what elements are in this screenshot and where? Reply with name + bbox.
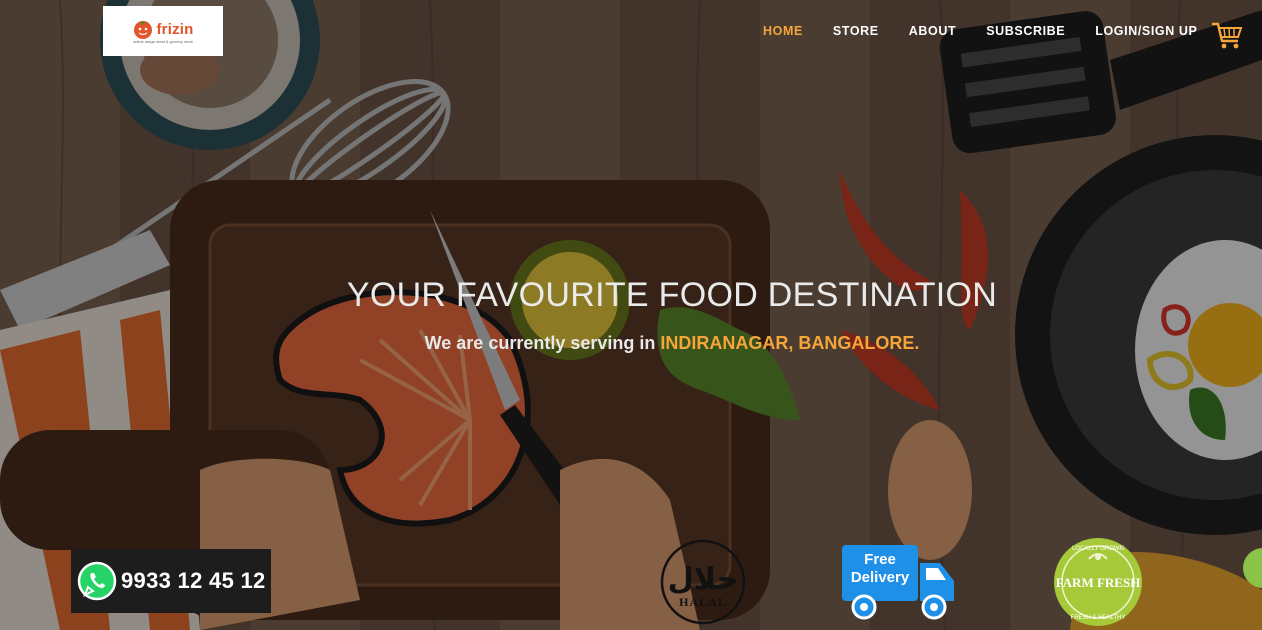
tomato-logo-icon — [134, 21, 153, 39]
logo-tagline: online mega meat & grocery store — [132, 39, 194, 44]
site-logo[interactable]: frizin online mega meat & grocery store — [103, 6, 223, 56]
farm-fresh-badge: FARM FRESH LOCALLY GROWN FRESH & HEALTHY — [1054, 538, 1142, 626]
halal-badge: حلال HALAL — [660, 539, 746, 625]
farm-fresh-text: FARM FRESH — [1056, 575, 1141, 590]
whatsapp-phone-number: 9933 12 45 12 — [121, 568, 266, 593]
nav-subscribe[interactable]: SUBSCRIBE — [971, 22, 1080, 40]
main-navigation: HOME STORE ABOUT SUBSCRIBE LOGIN/SIGN UP — [748, 22, 1213, 40]
shopping-cart-icon[interactable] — [1210, 18, 1244, 52]
hero-headline: YOUR FAVOURITE FOOD DESTINATION — [346, 276, 998, 314]
farm-bottom-text: FRESH & HEALTHY — [1071, 615, 1126, 621]
whatsapp-icon — [77, 561, 117, 601]
whatsapp-contact[interactable]: 9933 12 45 12 — [71, 549, 271, 613]
delivery-line1: Free — [864, 551, 896, 568]
free-delivery-badge: Free Delivery — [842, 545, 954, 620]
halal-arabic-text: حلال — [668, 562, 738, 597]
logo-text: frizin — [156, 20, 194, 38]
hero-background-illustration — [0, 0, 1262, 630]
nav-login-signup[interactable]: LOGIN/SIGN UP — [1080, 22, 1212, 40]
hero-subheadline: We are currently serving in INDIRANAGAR,… — [0, 333, 1262, 354]
halal-label: HALAL — [679, 595, 727, 609]
nav-store[interactable]: STORE — [818, 22, 894, 40]
hero-location: INDIRANAGAR, BANGALORE. — [660, 333, 920, 353]
nav-home[interactable]: HOME — [748, 22, 818, 40]
farm-top-text: LOCALLY GROWN — [1072, 546, 1124, 552]
hero-sub-prefix: We are currently serving in — [424, 333, 661, 353]
delivery-line2: Delivery — [851, 569, 910, 586]
hero-section: frizin online mega meat & grocery store … — [0, 0, 1262, 630]
nav-about[interactable]: ABOUT — [894, 22, 971, 40]
